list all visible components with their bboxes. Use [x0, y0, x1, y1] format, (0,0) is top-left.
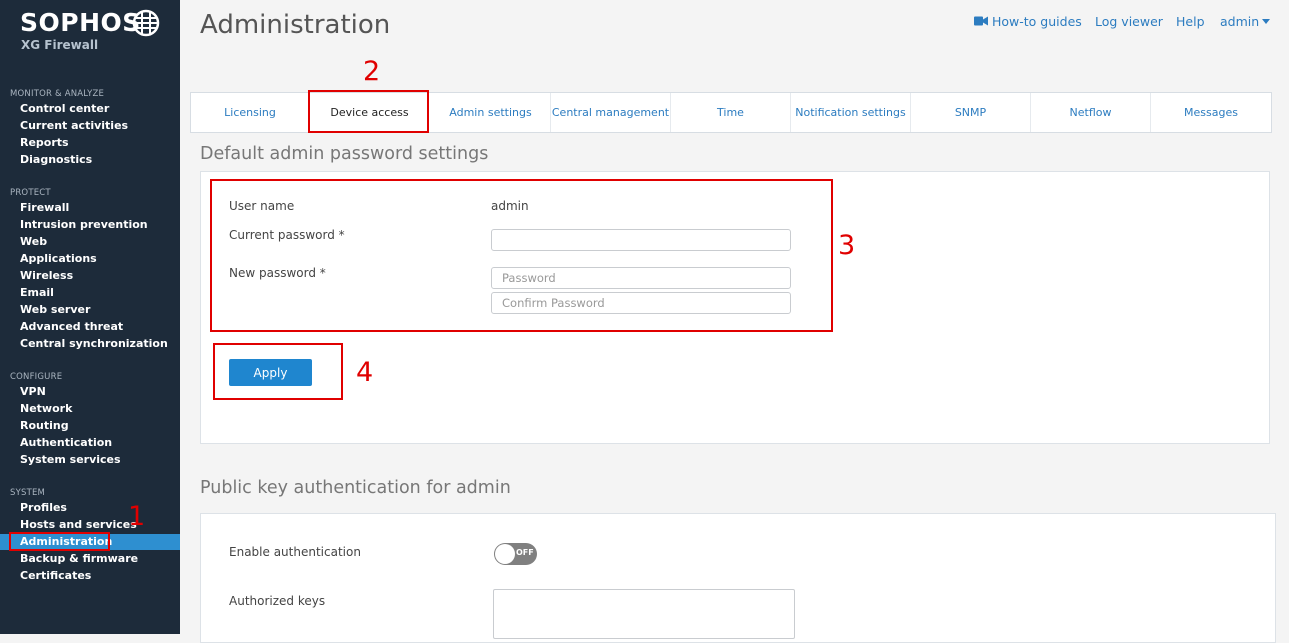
- sidebar-item-diagnostics[interactable]: Diagnostics: [20, 151, 92, 168]
- video-camera-icon[interactable]: [974, 16, 988, 26]
- annotation-number-3: 3: [838, 230, 856, 261]
- globe-icon: [132, 9, 160, 37]
- sidebar-item-backup-firmware[interactable]: Backup & firmware: [20, 550, 138, 567]
- sidebar-item-advanced-threat[interactable]: Advanced threat: [20, 318, 123, 335]
- toggle-knob: [495, 544, 515, 564]
- sidebar-item-certificates[interactable]: Certificates: [20, 567, 91, 584]
- sidebar-item-firewall[interactable]: Firewall: [20, 199, 69, 216]
- sidebar-item-reports[interactable]: Reports: [20, 134, 69, 151]
- sidebar-item-web-server[interactable]: Web server: [20, 301, 90, 318]
- tab-messages[interactable]: Messages: [1151, 93, 1271, 132]
- tab-licensing[interactable]: Licensing: [191, 93, 310, 132]
- annotation-number-1: 1: [128, 501, 146, 532]
- sidebar-item-intrusion-prevention[interactable]: Intrusion prevention: [20, 216, 148, 233]
- nav-section-monitor: MONITOR & ANALYZE: [10, 89, 105, 99]
- sidebar-item-web[interactable]: Web: [20, 233, 47, 250]
- sidebar-item-control-center[interactable]: Control center: [20, 100, 109, 117]
- sidebar-item-current-activities[interactable]: Current activities: [20, 117, 128, 134]
- tab-notification-settings[interactable]: Notification settings: [791, 93, 911, 132]
- annotation-box-4: [213, 343, 343, 400]
- product-name: XG Firewall: [21, 38, 99, 52]
- sidebar-item-hosts-and-services[interactable]: Hosts and services: [20, 516, 137, 533]
- pubkey-section-title: Public key authentication for admin: [200, 478, 511, 498]
- authorized-keys-textarea[interactable]: [493, 589, 795, 639]
- annotation-box-2: [308, 90, 429, 133]
- brand-name: SOPHOS: [20, 8, 141, 37]
- sidebar-item-authentication[interactable]: Authentication: [20, 434, 112, 451]
- sidebar-item-wireless[interactable]: Wireless: [20, 267, 73, 284]
- nav-section-configure: CONFIGURE: [10, 372, 63, 382]
- sidebar-item-central-synchronization[interactable]: Central synchronization: [20, 335, 168, 352]
- annotation-box-1: [9, 532, 110, 551]
- toggle-state-text: OFF: [516, 548, 534, 557]
- sidebar-item-system-services[interactable]: System services: [20, 451, 121, 468]
- sidebar-item-profiles[interactable]: Profiles: [20, 499, 67, 516]
- enable-authentication-toggle[interactable]: OFF: [494, 543, 537, 565]
- nav-section-system: SYSTEM: [10, 488, 46, 498]
- sidebar-item-email[interactable]: Email: [20, 284, 54, 301]
- enable-authentication-label: Enable authentication: [229, 545, 361, 559]
- tab-central-management[interactable]: Central management: [551, 93, 671, 132]
- sidebar-item-network[interactable]: Network: [20, 400, 72, 417]
- sidebar-item-routing[interactable]: Routing: [20, 417, 69, 434]
- sidebar-item-vpn[interactable]: VPN: [20, 383, 46, 400]
- password-section-title: Default admin password settings: [200, 144, 489, 164]
- user-menu[interactable]: admin: [1220, 14, 1259, 29]
- sophos-logo[interactable]: SOPHOS XG Firewall: [20, 8, 170, 58]
- sidebar-item-applications[interactable]: Applications: [20, 250, 97, 267]
- annotation-number-4: 4: [356, 357, 374, 388]
- tab-time[interactable]: Time: [671, 93, 791, 132]
- annotation-number-2: 2: [363, 56, 381, 87]
- howto-guides-link[interactable]: How-to guides: [992, 14, 1082, 29]
- caret-down-icon[interactable]: [1262, 19, 1270, 24]
- help-link[interactable]: Help: [1176, 14, 1205, 29]
- log-viewer-link[interactable]: Log viewer: [1095, 14, 1163, 29]
- annotation-box-3: [210, 179, 833, 332]
- tab-netflow[interactable]: Netflow: [1031, 93, 1151, 132]
- authorized-keys-label: Authorized keys: [229, 594, 326, 608]
- page-title: Administration: [200, 10, 391, 40]
- nav-section-protect: PROTECT: [10, 188, 51, 198]
- tab-snmp[interactable]: SNMP: [911, 93, 1031, 132]
- tab-admin-settings[interactable]: Admin settings: [431, 93, 551, 132]
